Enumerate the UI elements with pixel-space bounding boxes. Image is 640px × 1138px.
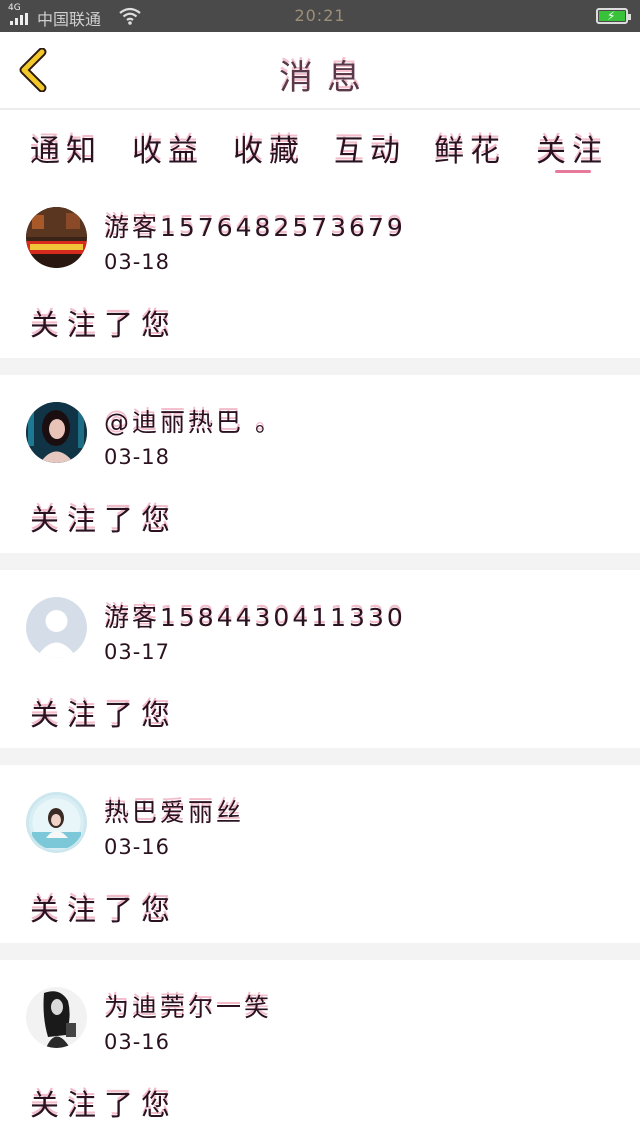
list-item[interactable]: 游客1576482573679 03-18 关注了您 — [0, 180, 640, 358]
tab-favorites[interactable]: 收藏 — [233, 126, 305, 170]
status-bar: 4G 中国联通 20:21 ⚡ — [0, 0, 640, 32]
avatar[interactable] — [26, 792, 87, 853]
list-item[interactable]: 为迪莞尔一笑 03-16 关注了您 — [0, 960, 640, 1138]
username[interactable]: 游客1576482573679 — [104, 208, 406, 244]
list-item[interactable]: 游客1584430411330 03-17 关注了您 — [0, 570, 640, 748]
message-date: 03-17 — [104, 640, 171, 664]
list-item[interactable]: @迪丽热巴 。 03-18 关注了您 — [0, 375, 640, 553]
app-header: 消息 — [0, 32, 640, 110]
default-user-icon[interactable] — [26, 597, 87, 658]
message-text: 关注了您 — [30, 1088, 179, 1122]
divider — [0, 358, 640, 375]
page-title: 消息 — [279, 58, 375, 98]
message-date: 03-16 — [104, 1030, 171, 1054]
clock: 20:21 — [294, 6, 346, 25]
username[interactable]: 为迪莞尔一笑 — [104, 988, 272, 1024]
tab-interactions[interactable]: 互动 — [334, 126, 406, 170]
avatar[interactable] — [26, 987, 87, 1048]
message-text: 关注了您 — [30, 308, 179, 342]
avatar[interactable] — [26, 402, 87, 463]
tab-follows[interactable]: 关注 — [536, 126, 608, 170]
battery-icon: ⚡ — [596, 8, 631, 24]
message-date: 03-18 — [104, 250, 171, 274]
divider — [0, 943, 640, 960]
username[interactable]: 热巴爱丽丝 — [104, 793, 244, 829]
list-item[interactable]: 热巴爱丽丝 03-16 关注了您 — [0, 765, 640, 943]
username[interactable]: 游客1584430411330 — [104, 598, 406, 634]
message-text: 关注了您 — [30, 698, 179, 732]
tab-flowers[interactable]: 鲜花 — [434, 126, 506, 170]
message-date: 03-16 — [104, 835, 171, 859]
active-tab-indicator — [555, 170, 591, 173]
tab-bar: 通知 收益 收藏 互动 鲜花 关注 — [0, 110, 640, 180]
message-text: 关注了您 — [30, 893, 179, 927]
message-list: 游客1576482573679 03-18 关注了您 @迪丽热巴 。 03-18… — [0, 180, 640, 1138]
divider — [0, 553, 640, 570]
message-text: 关注了您 — [30, 503, 179, 537]
tab-notifications[interactable]: 通知 — [30, 126, 102, 170]
divider — [0, 748, 640, 765]
message-date: 03-18 — [104, 445, 171, 469]
tab-earnings[interactable]: 收益 — [132, 126, 204, 170]
username[interactable]: @迪丽热巴 。 — [104, 403, 283, 439]
avatar[interactable] — [26, 207, 87, 268]
